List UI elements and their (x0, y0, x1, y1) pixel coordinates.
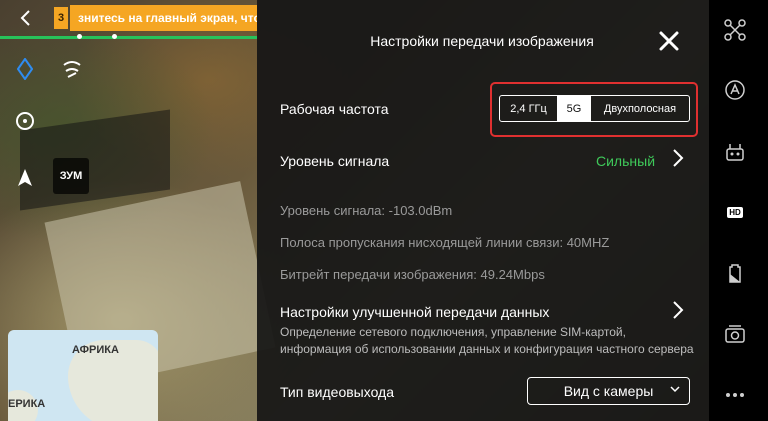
panel-title: Настройки передачи изображения (257, 33, 709, 49)
signal-level-label: Уровень сигнала (280, 153, 390, 169)
chevron-down-icon (669, 383, 681, 398)
progress-marker (112, 34, 117, 39)
battery-icon[interactable] (721, 259, 749, 287)
chevron-left-icon (20, 10, 30, 26)
signal-strength-text: Уровень сигнала: -103.0dBm (280, 203, 453, 218)
close-button[interactable] (655, 27, 683, 55)
freq-option-dual-band[interactable]: Двухполосная (591, 96, 689, 121)
warning-banner[interactable]: знитесь на главный экран, чтоб (70, 5, 257, 31)
video-output-select[interactable]: Вид с камеры (527, 377, 690, 405)
feed-object (20, 109, 170, 211)
hd-badge: HD (727, 206, 743, 218)
drone-icon[interactable] (721, 16, 749, 44)
downlink-bandwidth-text: Полоса пропускания нисходящей линии связ… (280, 235, 610, 250)
signal-level-value[interactable]: Сильный (596, 153, 655, 169)
freq-option-5g[interactable]: 5G (557, 96, 591, 121)
video-output-value: Вид с камеры (563, 383, 654, 399)
close-icon (659, 31, 679, 51)
progress-line (0, 36, 257, 39)
chevron-right-icon[interactable] (672, 148, 684, 174)
chevron-right-icon[interactable] (672, 300, 684, 326)
back-button[interactable] (8, 5, 44, 31)
bitrate-text: Битрейт передачи изображения: 49.24Mbps (280, 267, 545, 282)
freq-option-2-4ghz[interactable]: 2,4 ГГц (500, 96, 557, 121)
panel-title-text: Настройки передачи изображения (370, 33, 594, 49)
working-frequency-label: Рабочая частота (280, 101, 389, 117)
enhanced-transmission-desc: информация об использовании данных и кон… (280, 342, 694, 356)
autopilot-icon[interactable] (721, 76, 749, 104)
map-layer-icon[interactable] (12, 56, 38, 82)
zoom-button[interactable]: ЗУМ (53, 158, 89, 194)
locate-icon[interactable] (12, 108, 38, 134)
remote-controller-icon[interactable] (721, 138, 749, 166)
hd-transmission-icon[interactable]: HD (721, 198, 749, 226)
frequency-selector[interactable]: 2,4 ГГц 5G Двухполосная (499, 95, 690, 122)
compass-icon[interactable] (12, 165, 38, 191)
warning-count-badge[interactable]: 3 (54, 7, 68, 29)
map-label: АФРИКА (72, 344, 119, 356)
waypoint-icon[interactable] (57, 55, 87, 85)
camera-icon[interactable] (721, 320, 749, 348)
more-icon[interactable] (721, 381, 749, 409)
video-output-label: Тип видеовыхода (280, 384, 395, 400)
map-label: ЕРИКА (8, 398, 46, 410)
enhanced-transmission-title[interactable]: Настройки улучшенной передачи данных (280, 304, 549, 320)
enhanced-transmission-desc: Определение сетевого подключения, управл… (280, 325, 626, 339)
progress-marker (77, 34, 82, 39)
